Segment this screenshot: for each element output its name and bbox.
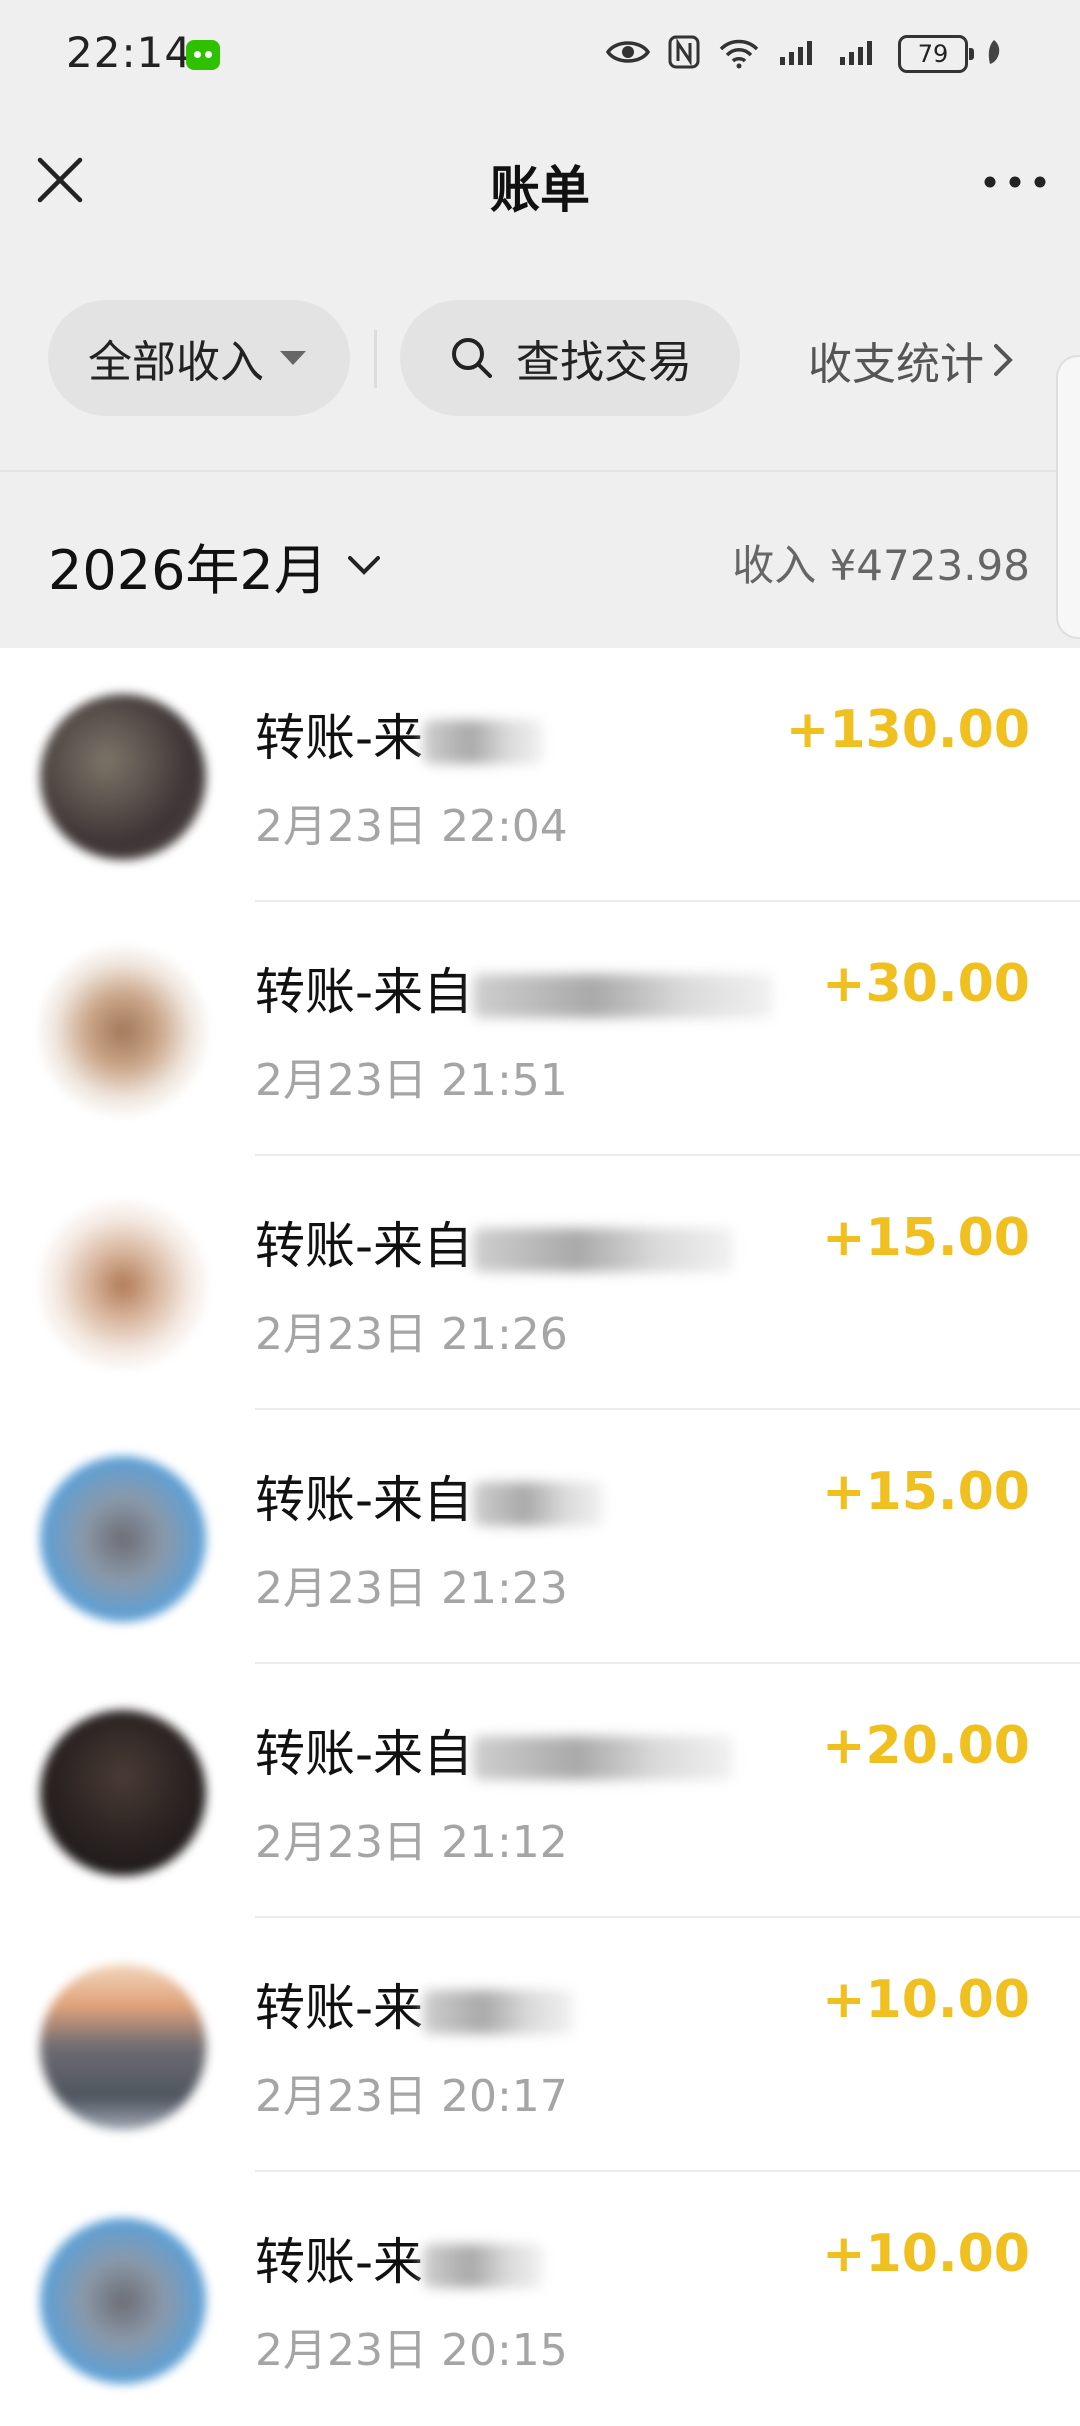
month-label: 2026年2月 (48, 539, 328, 602)
battery-icon: 79 (898, 35, 974, 73)
search-icon (452, 338, 492, 378)
filter-separator (0, 470, 1080, 472)
transaction-title: 转账-来自 (255, 1714, 734, 1786)
transaction-title: 转账-来自 (255, 952, 774, 1024)
chevron-down-icon (347, 555, 380, 575)
transaction-row[interactable]: 转账-来 2月23日 22:04 +130.00 (0, 648, 1080, 902)
transaction-amount: +15.00 (821, 1208, 1030, 1268)
avatar (40, 1456, 206, 1622)
month-summary: 2026年2月 收入 ¥4723.98 (0, 510, 1080, 610)
signal-icon-2 (838, 37, 880, 71)
redacted-name (423, 2243, 544, 2288)
transaction-amount: +10.00 (821, 2224, 1030, 2284)
transaction-time: 2月23日 21:23 (255, 1563, 568, 1614)
redacted-name (473, 1481, 604, 1526)
transaction-time: 2月23日 21:51 (255, 1055, 568, 1106)
avatar (40, 1964, 206, 2130)
page-title: 账单 (490, 161, 590, 219)
status-time: 22:14 (66, 28, 193, 77)
chevron-right-icon (994, 344, 1013, 376)
avatar (40, 1710, 206, 1876)
income-filter-dropdown[interactable]: 全部收入 (48, 300, 350, 416)
avatar (40, 948, 206, 1114)
transaction-time: 2月23日 20:17 (255, 2071, 568, 2122)
transaction-time: 2月23日 20:15 (255, 2325, 568, 2376)
top-panel: 22:14 79 账单 全部收入 查找交易 收支统计 2026年2月 收入 ¥4… (0, 0, 1080, 648)
stats-link-label: 收支统计 (808, 339, 984, 390)
transaction-row[interactable]: 转账-来 2月23日 20:15 +10.00 (0, 2172, 1080, 2426)
transaction-list: 转账-来 2月23日 22:04 +130.00 转账-来自 2月23日 21:… (0, 648, 1080, 2426)
income-filter-label: 全部收入 (88, 337, 264, 388)
redacted-name (473, 1735, 734, 1780)
redacted-name (473, 973, 774, 1018)
transaction-amount: +30.00 (821, 954, 1030, 1014)
income-total: 收入 ¥4723.98 (732, 541, 1030, 590)
caret-down-icon (280, 351, 306, 365)
transaction-title: 转账-来自 (255, 1206, 734, 1278)
redacted-name (423, 1989, 574, 2034)
month-picker[interactable]: 2026年2月 (48, 526, 382, 605)
more-button[interactable] (980, 162, 1050, 202)
transaction-amount: +130.00 (785, 700, 1030, 760)
redacted-name (473, 1227, 734, 1272)
side-panel-handle[interactable] (1056, 355, 1080, 639)
search-transaction-button[interactable]: 查找交易 (400, 300, 740, 416)
transaction-title: 转账-来 (255, 698, 544, 770)
avatar (40, 1202, 206, 1368)
eye-icon (605, 37, 651, 71)
transaction-title: 转账-来 (255, 2222, 544, 2294)
transaction-row[interactable]: 转账-来自 2月23日 21:26 +15.00 (0, 1156, 1080, 1410)
status-icons: 79 (605, 30, 1002, 78)
divider (374, 330, 377, 388)
transaction-row[interactable]: 转账-来 2月23日 20:17 +10.00 (0, 1918, 1080, 2172)
wechat-icon (186, 40, 220, 70)
transaction-row[interactable]: 转账-来自 2月23日 21:51 +30.00 (0, 902, 1080, 1156)
avatar (40, 2218, 206, 2384)
transaction-row[interactable]: 转账-来自 2月23日 21:12 +20.00 (0, 1664, 1080, 1918)
transaction-title: 转账-来自 (255, 1460, 604, 1532)
transaction-amount: +10.00 (821, 1970, 1030, 2030)
wifi-icon (718, 35, 760, 73)
avatar (40, 694, 206, 860)
signal-icon (778, 37, 820, 71)
redacted-name (423, 719, 544, 764)
transaction-amount: +15.00 (821, 1462, 1030, 1522)
transaction-amount: +20.00 (821, 1716, 1030, 1776)
filter-bar: 全部收入 查找交易 收支统计 (0, 300, 1080, 420)
transaction-time: 2月23日 22:04 (255, 801, 568, 852)
transaction-time: 2月23日 21:26 (255, 1309, 568, 1360)
header: 账单 (0, 120, 1080, 240)
stats-link[interactable]: 收支统计 (808, 328, 1016, 392)
more-icon (984, 176, 1046, 188)
leaf-icon (986, 38, 1002, 70)
transaction-title: 转账-来 (255, 1968, 574, 2040)
transaction-row[interactable]: 转账-来自 2月23日 21:23 +15.00 (0, 1410, 1080, 1664)
nfc-icon (668, 35, 700, 73)
transaction-time: 2月23日 21:12 (255, 1817, 568, 1868)
search-label: 查找交易 (516, 337, 692, 388)
